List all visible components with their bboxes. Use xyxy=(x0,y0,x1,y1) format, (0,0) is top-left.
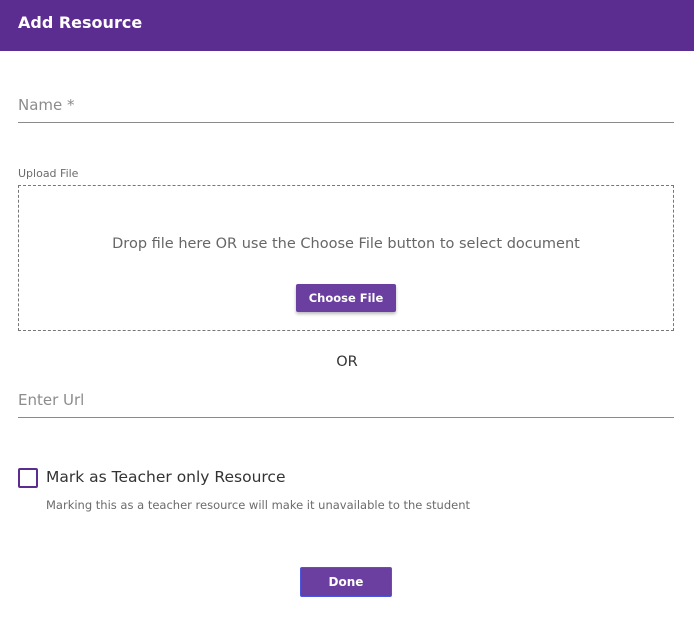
teacher-only-label[interactable]: Mark as Teacher only Resource xyxy=(46,468,286,486)
dialog-title: Add Resource xyxy=(18,13,143,32)
teacher-only-hint: Marking this as a teacher resource will … xyxy=(46,498,470,512)
url-input[interactable] xyxy=(18,391,674,418)
or-separator: OR xyxy=(336,354,358,370)
add-resource-dialog: Add Resource Upload File Drop file here … xyxy=(0,0,694,617)
teacher-only-checkbox[interactable] xyxy=(18,468,38,488)
done-button[interactable]: Done xyxy=(300,567,392,597)
name-field xyxy=(18,96,674,123)
upload-file-label: Upload File xyxy=(18,167,79,180)
url-field xyxy=(18,391,674,418)
choose-file-button[interactable]: Choose File xyxy=(296,284,396,312)
dialog-header: Add Resource xyxy=(0,0,694,51)
dropzone-instructions: Drop file here OR use the Choose File bu… xyxy=(112,236,580,252)
file-dropzone[interactable]: Drop file here OR use the Choose File bu… xyxy=(18,185,674,331)
name-input[interactable] xyxy=(18,96,674,123)
